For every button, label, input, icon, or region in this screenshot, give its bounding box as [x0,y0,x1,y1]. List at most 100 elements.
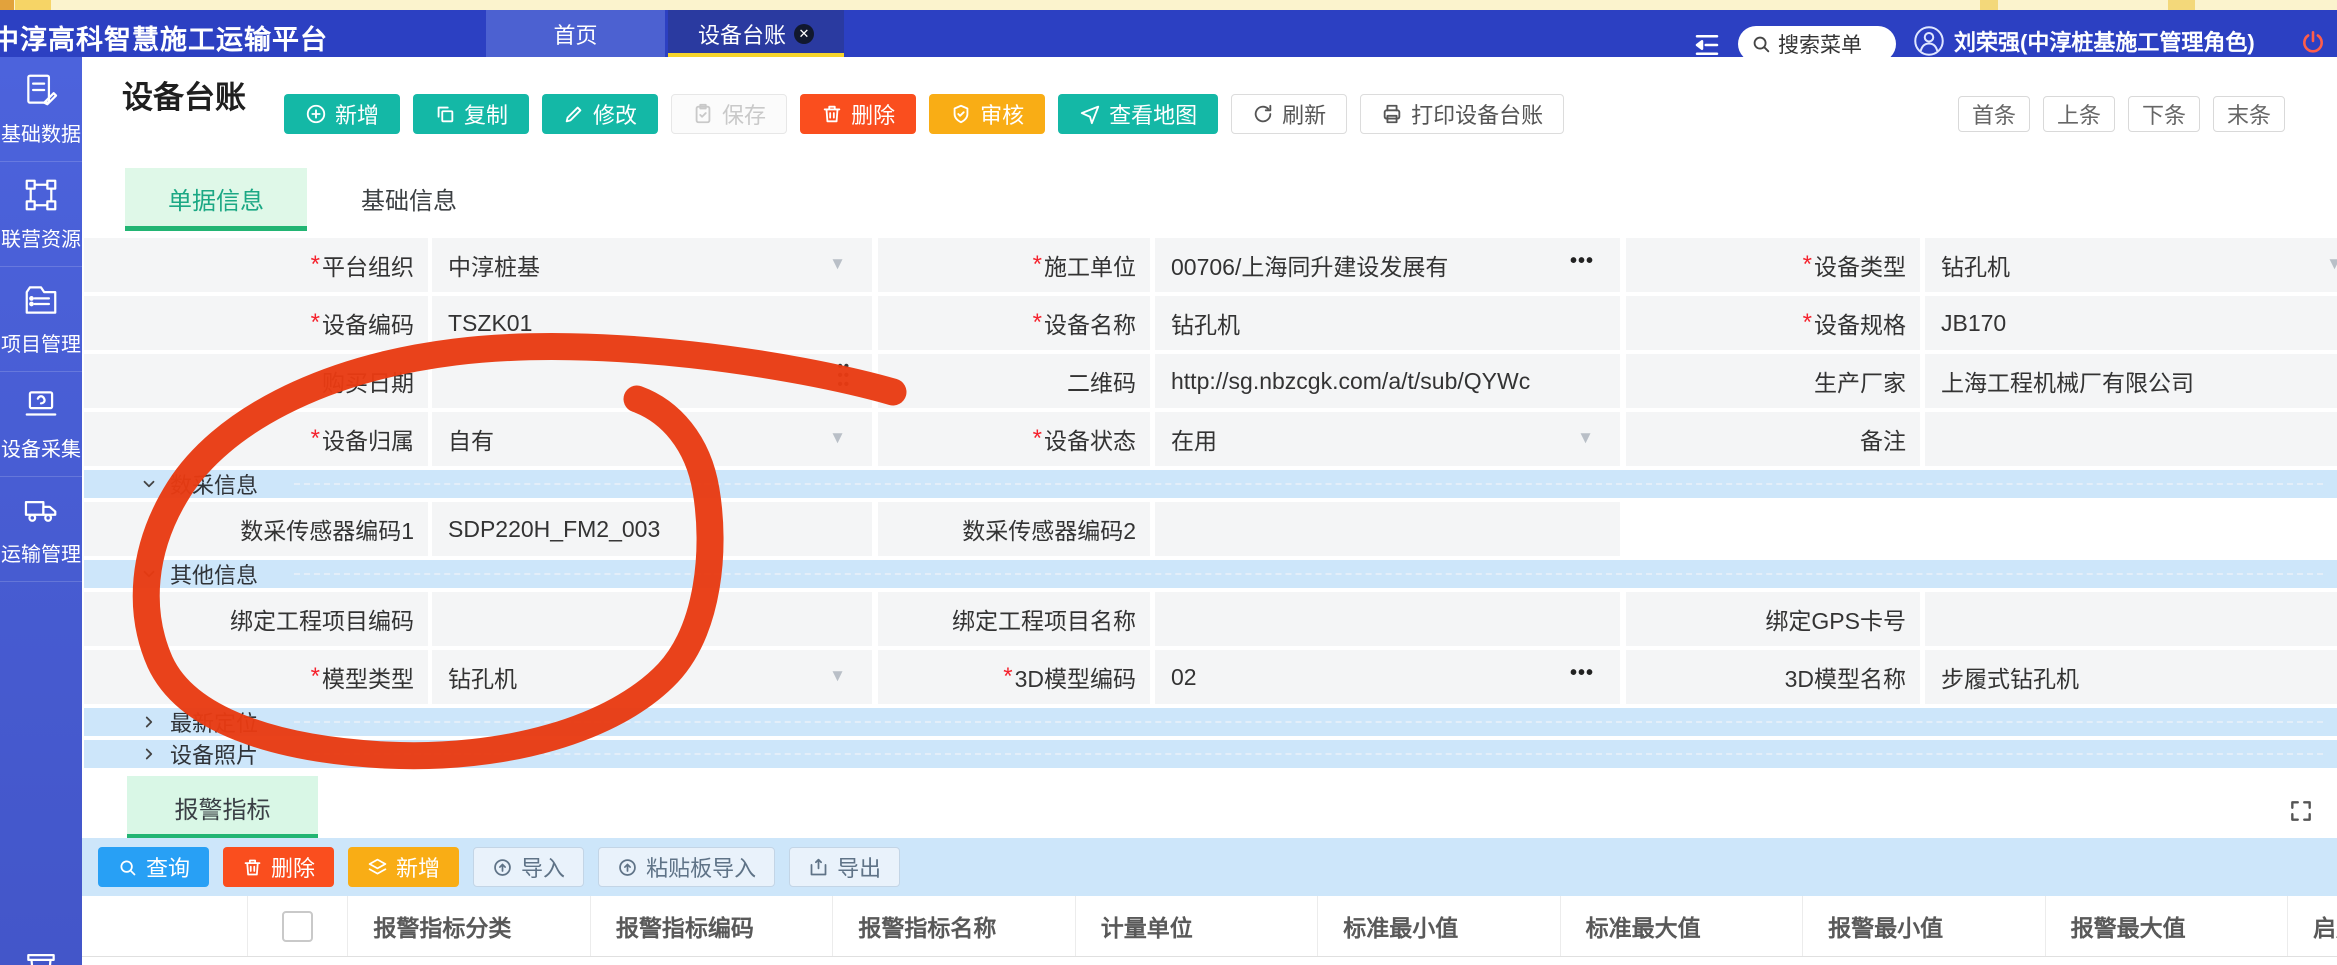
alarm-button-新增[interactable]: 新增 [348,847,459,887]
sidebar-item-label: 联营资源 [1,223,81,252]
field-value-设备编码[interactable]: TSZK01 [432,296,872,350]
field-value-数采传感器编码1[interactable]: SDP220H_FM2_003 [432,502,872,556]
chevron-down-icon[interactable]: ▼ [2326,254,2337,274]
save-icon [692,103,714,125]
alarm-button-导入[interactable]: 导入 [473,847,584,887]
browser-strip-box [0,0,14,10]
toolbar-button-保存[interactable]: 保存 [671,94,787,134]
field-label-设备状态: *设备状态 [878,412,1150,466]
bin-icon [22,944,60,965]
chevron-down-icon[interactable]: ▼ [1577,428,1594,448]
table-header-报警指标名称: 报警指标名称 [832,896,1074,956]
tab-document-info[interactable]: 单据信息 [125,168,307,228]
toolbar-button-刷新[interactable]: 刷新 [1231,94,1347,134]
field-value-绑定工程项目编码[interactable] [432,592,872,646]
alarm-button-粘贴板导入[interactable]: 粘贴板导入 [598,847,775,887]
alarm-button-删除[interactable]: 删除 [223,847,334,887]
select-all-column [247,896,348,956]
field-value-生产厂家[interactable]: 上海工程机械厂有限公司 [1925,354,2337,408]
field-value-设备状态[interactable]: 在用▼ [1155,412,1620,466]
table-header-启用: 启用 [2287,896,2337,956]
field-value-绑定工程项目名称[interactable] [1155,592,1620,646]
more-dots-icon[interactable]: ••• [1570,662,1594,685]
tab-basic-info[interactable]: 基础信息 [318,168,500,228]
field-value-模型类型[interactable]: 钻孔机▼ [432,650,872,704]
top-tab-equipment-ledger-label: 设备台账 [698,18,786,50]
section-bar-设备照片[interactable]: 设备照片 [84,740,2337,768]
table-header-计量单位: 计量单位 [1075,896,1317,956]
field-value-二维码[interactable]: http://sg.nbzcgk.com/a/t/sub/QYWc [1155,354,1620,408]
browser-strip-box [2168,0,2195,10]
section-bar-最新定位[interactable]: 最新定位 [84,708,2337,736]
field-value-设备归属[interactable]: 自有▼ [432,412,872,466]
toolbar-button-修改[interactable]: 修改 [542,94,658,134]
table-header-标准最小值: 标准最小值 [1317,896,1559,956]
field-label-设备归属: *设备归属 [84,412,428,466]
nav-button-上条[interactable]: 上条 [2043,96,2115,132]
required-asterisk: * [311,309,320,337]
required-asterisk: * [311,425,320,453]
alarm-button-导出[interactable]: 导出 [789,847,900,887]
section-label: 最新定位 [170,706,258,738]
field-value-购买日期[interactable]: •••••• [432,354,872,408]
toolbar-button-查看地图[interactable]: 查看地图 [1058,94,1218,134]
field-value-设备类型[interactable]: 钻孔机▼ [1925,238,2337,292]
toolbar-button-新增[interactable]: 新增 [284,94,400,134]
top-tab-equipment-ledger[interactable]: 设备台账 ✕ [668,10,844,57]
field-label-二维码: 二维码 [878,354,1150,408]
tab-alarm-indicators[interactable]: 报警指标 [127,776,318,838]
toolbar-button-复制[interactable]: 复制 [413,94,529,134]
sidebar-item-5[interactable]: 运输管理 [0,477,82,582]
nav-button-首条[interactable]: 首条 [1958,96,2030,132]
sidebar-item-2[interactable]: 联营资源 [0,162,82,267]
chevron-down-icon[interactable]: ▼ [829,254,846,274]
field-value-设备名称[interactable]: 钻孔机 [1155,296,1620,350]
chevron-right-icon[interactable] [140,713,158,731]
chevron-down-icon[interactable] [140,475,158,493]
select-all-checkbox[interactable] [282,911,313,942]
row-number-column [82,896,247,956]
field-value-备注[interactable] [1925,412,2337,466]
chevron-down-icon[interactable] [140,565,158,583]
field-value-绑定GPS卡号[interactable] [1925,592,2337,646]
field-value-平台组织[interactable]: 中淳桩基▼ [432,238,872,292]
section-bar-数采信息[interactable]: 数采信息 [84,470,2337,498]
close-icon[interactable]: ✕ [794,24,814,44]
field-value-设备规格[interactable]: JB170 [1925,296,2337,350]
truck-icon [22,491,60,529]
field-value-3D模型编码[interactable]: 02••• [1155,650,1620,704]
required-asterisk: * [1033,425,1042,453]
top-tab-home[interactable]: 首页 [486,10,665,57]
field-value-施工单位[interactable]: 00706/上海同升建设发展有••• [1155,238,1620,292]
user-avatar-icon [1914,26,1944,56]
toolbar-button-打印设备台账[interactable]: 打印设备台账 [1360,94,1564,134]
sidebar-nav: 基础数据联营资源项目管理设备采集运输管理 [0,57,82,965]
user-chip[interactable]: 刘荣强(中淳桩基施工管理角色) [1914,25,2255,57]
fullscreen-icon[interactable] [2288,798,2314,824]
sidebar-item-extra[interactable] [0,915,82,965]
field-label-模型类型: *模型类型 [84,650,428,704]
field-value-3D模型名称[interactable]: 步履式钻孔机 [1925,650,2337,704]
field-value-数采传感器编码2[interactable] [1155,502,1620,556]
more-dots-icon[interactable]: ••• [1570,250,1594,273]
sidebar-item-label: 基础数据 [1,118,81,147]
chevron-right-icon[interactable] [140,745,158,763]
chevron-down-icon[interactable]: ▼ [829,428,846,448]
alarm-button-查询[interactable]: 查询 [98,847,209,887]
toolbar-button-删除[interactable]: 删除 [800,94,916,134]
sidebar-item-3[interactable]: 项目管理 [0,267,82,372]
date-picker-icon[interactable]: •••••• [837,362,850,389]
send-icon [1079,103,1101,125]
logout-power-icon[interactable] [2300,29,2326,55]
chevron-down-icon[interactable]: ▼ [829,666,846,686]
alarm-table-header: 报警指标分类报警指标编码报警指标名称计量单位标准最小值标准最大值报警最小值报警最… [82,896,2337,957]
nav-button-末条[interactable]: 末条 [2213,96,2285,132]
sidebar-item-4[interactable]: 设备采集 [0,372,82,477]
section-bar-其他信息[interactable]: 其他信息 [84,560,2337,588]
nav-button-下条[interactable]: 下条 [2128,96,2200,132]
field-label-绑定工程项目编码: 绑定工程项目编码 [84,592,428,646]
sidebar-item-1[interactable]: 基础数据 [0,57,82,162]
collapse-menu-icon[interactable] [1692,30,1722,60]
toolbar-button-审核[interactable]: 审核 [929,94,1045,134]
field-label-设备编码: *设备编码 [84,296,428,350]
